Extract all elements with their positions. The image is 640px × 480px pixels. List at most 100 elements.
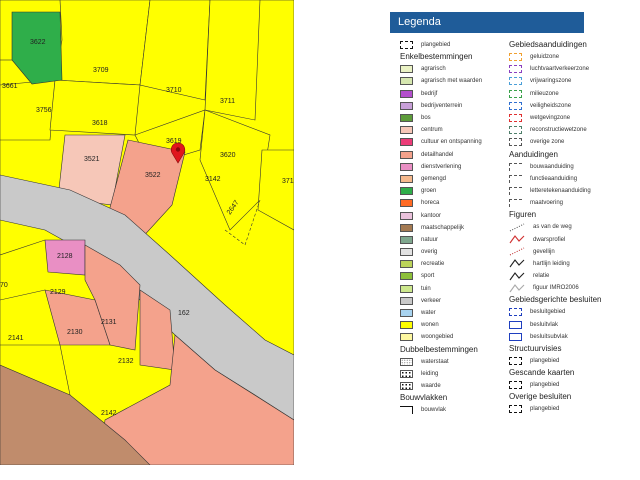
parcel-number-371: 371 [282,178,294,185]
legend-swatch [400,321,413,330]
legend-item-label: maatschappelijk [421,224,465,231]
legend-swatch [400,369,413,378]
legend-swatch [400,199,413,208]
legend-swatch [400,381,413,390]
legend-item: plangebied [509,379,589,391]
legend-item-label: gevellijn [533,248,555,255]
legend-item: figuur IMRO2006 [509,282,589,294]
legend-item-label: besluitvlak [530,321,559,328]
legend-item-label: milieuzone [530,90,559,97]
legend-item: detailhandel [400,149,510,161]
legend-item-label: recreatie [421,261,445,268]
legend-swatch [509,89,522,98]
legend-swatch [400,77,413,86]
legend-item-label: woongebied [421,334,454,341]
legend-swatch [400,248,413,257]
legend-item: geluidzone [509,51,589,63]
zoning-map[interactable]: 3622370936613710375637113618361935213620… [0,0,294,465]
parcel-number-3710: 3710 [166,87,182,94]
legend-item-label: besluitsubvlak [530,333,568,340]
legend-item: waterstaat [400,356,510,368]
legend-line-symbol [509,247,525,256]
parcel-number-3711: 3711 [220,98,235,105]
legend-section-title: Dubbelbestemmingen [400,344,478,354]
legend-swatch [400,309,413,318]
legend-item-label: bouwaanduiding [530,163,574,170]
legend-swatch [400,126,413,135]
legend-item: plangebied [509,403,589,415]
legend-item-label: figuur IMRO2006 [533,285,579,292]
legend-item-label: leiding [421,370,439,377]
legend-swatch [400,150,413,159]
legend-item: centrum [400,124,510,136]
legend-item: dienstverlening [400,161,510,173]
legend-item-label: plangebied [530,358,560,365]
legend-section-title: Gebiedsgerichte besluiten [509,295,602,305]
legend-item-label: groen [421,188,437,195]
legend-column-left: plangebied Enkelbestemmingen agrarisch agra… [400,39,510,416]
legend-panel: Legenda plangebied Enkelbestemmingen agrar… [390,12,602,472]
legend-item: bedrijventerrein [400,100,510,112]
parcel-number-3661: 3661 [2,83,18,90]
legend-item-label: maatvoering [530,200,564,207]
legend-swatch [400,114,413,123]
legend-item-label: agrarisch [421,66,446,73]
legend-item: plangebied [400,39,510,51]
legend-line-symbol [509,235,525,244]
legend-item: recreatie [400,258,510,270]
legend-swatch [400,187,413,196]
legend-item-label: functieaanduiding [530,175,578,182]
legend-section-title: Aanduidingen [509,149,558,159]
legend-swatch [509,114,522,123]
legend-item: luchtvaartverkeerzone [509,63,589,75]
legend-item: as van de weg [509,221,589,233]
legend-swatch [400,211,413,220]
legend-item-label: as van de weg [533,224,572,231]
legend-item: bouwaanduiding [509,161,589,173]
parcel-number-2141: 2141 [8,335,24,342]
legend-item: hartlijn leiding [509,258,589,270]
legend-swatch [509,357,522,366]
legend-item: groen [400,185,510,197]
legend-swatch [509,101,522,110]
parcel-number-70: 70 [0,282,8,289]
legend-item: functieaanduiding [509,173,589,185]
parcel-number-3756: 3756 [36,107,52,114]
legend-item: gemengd [400,173,510,185]
legend-line-symbol [509,271,525,280]
legend-item: overig [400,246,510,258]
legend-item: woongebied [400,331,510,343]
legend-line-symbol [509,259,525,268]
legend-section-title: Bouwvlakken [400,393,448,403]
legend-item-label: natuur [421,236,439,243]
legend-swatch [509,186,522,195]
legend-item-label: veiligheidszone [530,102,572,109]
legend-item: leiding [400,368,510,380]
legend-swatch [509,332,522,341]
legend-item-label: geluidzone [530,54,560,61]
legend-swatch [400,101,413,110]
legend-swatch [509,53,522,62]
legend-swatch [400,272,413,281]
legend-swatch [509,381,522,390]
legend-item-label: dienstverlening [421,163,462,170]
legend-section-title: Structuurvisies [509,343,562,353]
legend-item-label: dwarsprofiel [533,236,566,243]
legend-swatch [400,223,413,232]
legend-item: relatie [509,270,589,282]
legend-item: tuin [400,283,510,295]
legend-item: letteretekenaanduiding [509,185,591,197]
legend-item-label: centrum [421,127,443,134]
legend-item: overige zone [509,136,589,148]
legend-swatch [509,126,522,135]
legend-item-label: plangebied [530,406,560,413]
legend-item-label: plangebied [421,42,451,49]
legend-item-label: overige zone [530,139,565,146]
legend-item-label: agrarisch met waarden [421,78,483,85]
legend-item-label: relatie [533,273,550,280]
legend-item: natuur [400,234,510,246]
legend-swatch [400,357,413,366]
parcel-number-2128: 2128 [57,253,73,260]
legend-swatch [400,260,413,269]
legend-swatch [400,406,413,415]
